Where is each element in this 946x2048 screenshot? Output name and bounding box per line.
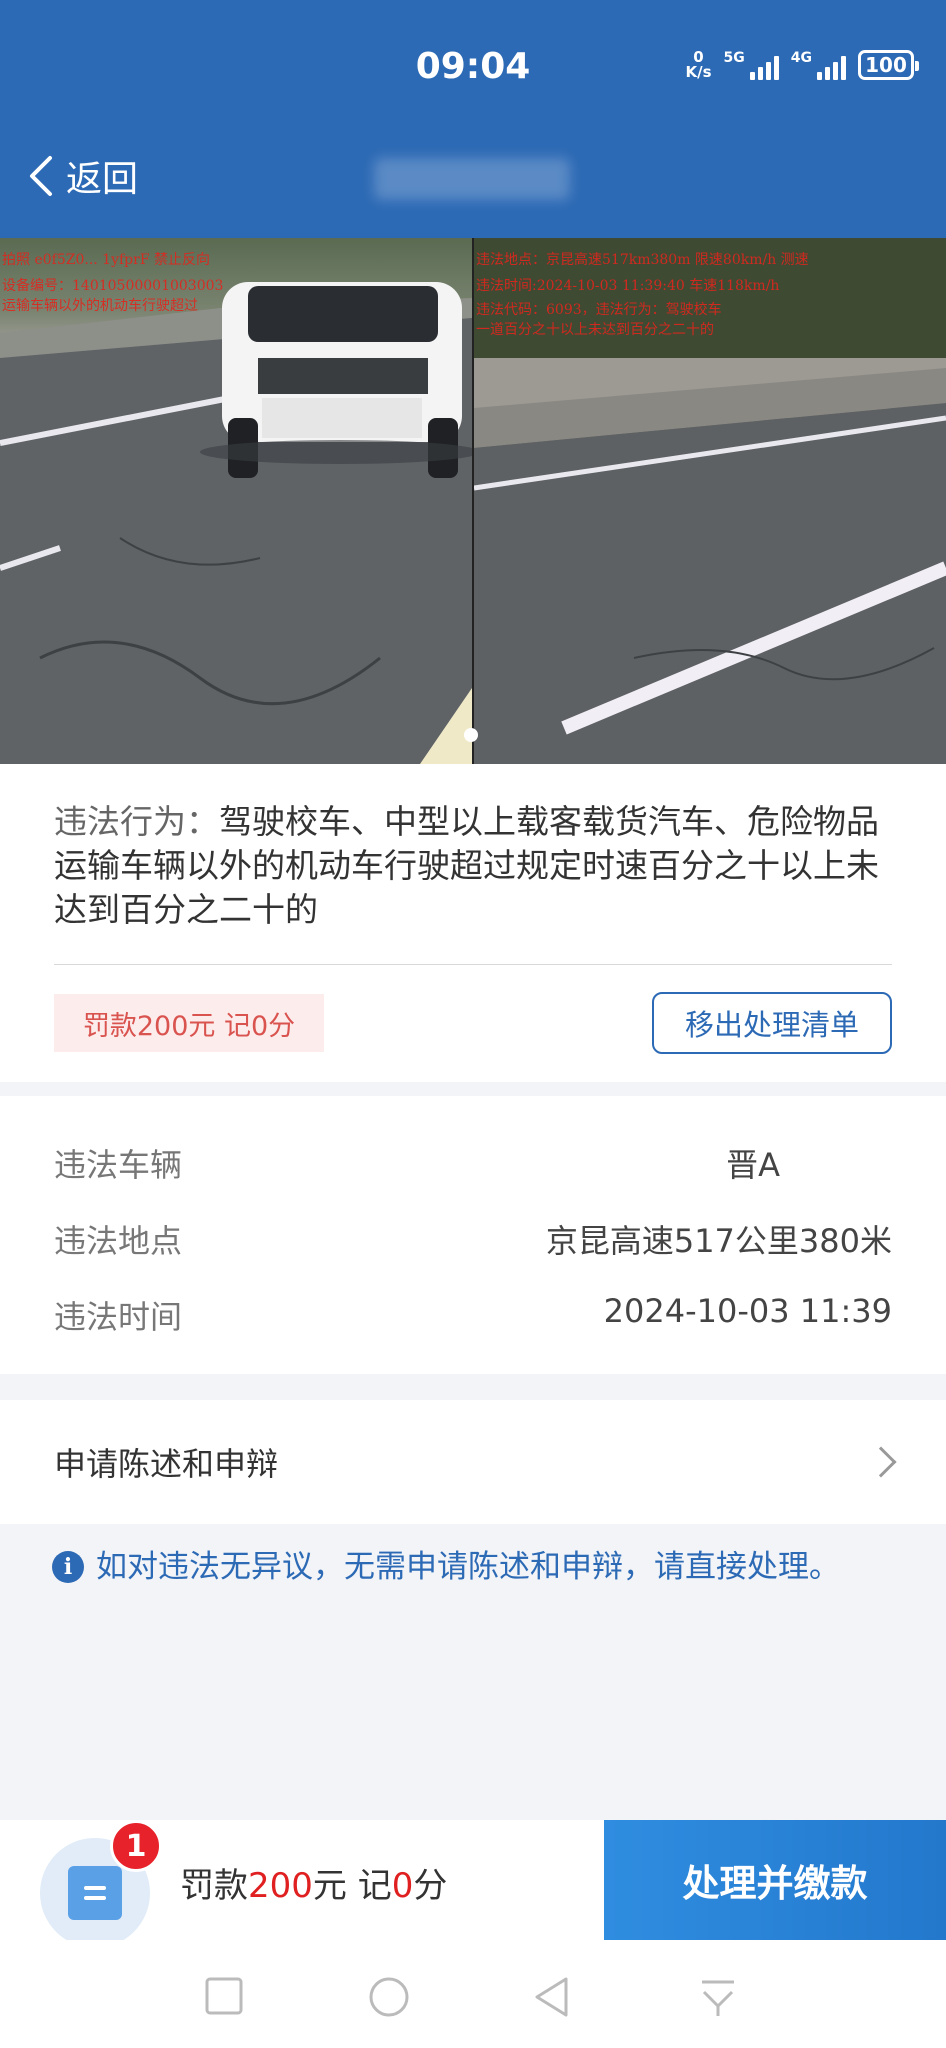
overlay-line: 一道百分之十以上未达到百分之二十的	[476, 322, 714, 338]
violation-photo-carousel[interactable]: 拍照 e0f5Z0... 1yfprF 禁止反向 设备编号：1401050000…	[0, 238, 946, 764]
points: 0	[391, 1866, 414, 1906]
overlay-line: 设备编号：14010500001003003	[2, 278, 224, 294]
violation-photo-1: 拍照 e0f5Z0... 1yfprF 禁止反向 设备编号：1401050000…	[0, 238, 472, 764]
chevron-right-icon	[865, 1446, 897, 1478]
overlay-line: 违法地点：京昆高速517km380m 限速80km/h 测速	[476, 252, 809, 268]
list-icon	[68, 1866, 122, 1920]
detail-value: 晋A	[726, 1146, 780, 1184]
detail-key: 违法时间	[54, 1298, 183, 1336]
remove-from-list-button[interactable]: 移出处理清单	[652, 992, 892, 1054]
violation-photo-2: 违法地点：京昆高速517km380m 限速80km/h 测速 违法时间:2024…	[474, 238, 946, 764]
back-nav-icon[interactable]	[532, 1976, 572, 2018]
signal-5g-icon: 5G	[724, 50, 779, 80]
app-header: 09:04 0 K/s 5G 4G 100 返回	[0, 0, 946, 238]
sim1-label: 5G	[723, 50, 745, 66]
detail-value: 2024-10-03 11:39	[603, 1292, 892, 1330]
appeal-label: 申请陈述和申辩	[54, 1445, 279, 1483]
detail-value: 京昆高速517公里380米	[545, 1222, 892, 1260]
home-icon[interactable]	[368, 1976, 410, 2018]
page-title-blurred	[374, 158, 570, 200]
car-graphic	[200, 282, 472, 478]
signal-4g-icon: 4G	[791, 50, 846, 80]
notice-text: 如对违法无异议，无需申请陈述和申辩，请直接处理。	[96, 1549, 840, 1585]
overlay-line: 运输车辆以外的机动车行驶超过	[2, 298, 198, 314]
fine-summary: 罚款200元 记0分	[180, 1858, 447, 1907]
battery-level: 100	[865, 53, 907, 77]
behavior-label: 违法行为：	[54, 802, 219, 841]
net-speed: 0 K/s	[686, 50, 712, 80]
detail-row-time: 违法时间 2024-10-03 11:39	[54, 1292, 892, 1338]
back-button[interactable]: 返回	[28, 150, 138, 202]
detail-key: 违法地点	[54, 1222, 183, 1260]
pull-down-icon[interactable]	[698, 1976, 738, 2018]
recent-apps-icon[interactable]	[204, 1976, 244, 2016]
back-chevron-icon	[30, 156, 52, 196]
violation-card: 违法行为：驾驶校车、中型以上载客载货汽车、危险物品运输车辆以外的机动车行驶超过规…	[0, 764, 946, 1082]
overlay-line: 违法代码：6093，违法行为：驾驶校车	[476, 302, 722, 318]
detail-key: 违法车辆	[54, 1146, 183, 1184]
detail-row-location: 违法地点 京昆高速517公里380米	[54, 1216, 892, 1262]
net-speed-unit: K/s	[685, 63, 712, 81]
fine-amount: 200	[248, 1866, 313, 1906]
sim2-label: 4G	[790, 50, 812, 66]
fine-mid: 元 记	[312, 1866, 392, 1906]
back-label: 返回	[66, 159, 139, 200]
overlay-line: 拍照 e0f5Z0... 1yfprF 禁止反向	[2, 252, 210, 268]
battery-icon: 100	[858, 50, 919, 80]
fine-tag: 罚款200元 记0分	[54, 994, 324, 1052]
violation-behavior: 违法行为：驾驶校车、中型以上载客载货汽车、危险物品运输车辆以外的机动车行驶超过规…	[54, 800, 894, 932]
road-scene-left	[0, 282, 472, 764]
violation-details: 违法车辆 晋A 违法地点 京昆高速517公里380米 违法时间 2024-10-…	[0, 1096, 946, 1374]
process-and-pay-button[interactable]: 处理并缴款	[604, 1820, 946, 1940]
divider	[54, 964, 892, 965]
status-icons: 0 K/s 5G 4G 100	[686, 50, 919, 80]
info-icon: i	[52, 1551, 84, 1583]
fine-suffix: 分	[413, 1866, 448, 1906]
bottom-action-bar: 1 罚款200元 记0分 处理并缴款	[0, 1820, 946, 1948]
system-navigation-bar	[0, 1940, 946, 2048]
notice: i 如对违法无异议，无需申请陈述和申辩，请直接处理。	[52, 1546, 892, 1588]
detail-row-vehicle: 违法车辆 晋A	[54, 1140, 892, 1186]
appeal-row[interactable]: 申请陈述和申辩	[0, 1400, 946, 1524]
pending-count-badge: 1	[110, 1820, 162, 1872]
fine-prefix: 罚款	[180, 1866, 248, 1906]
overlay-line: 违法时间:2024-10-03 11:39:40 车速118km/h	[476, 278, 780, 294]
carousel-indicator-dot[interactable]	[464, 728, 478, 742]
